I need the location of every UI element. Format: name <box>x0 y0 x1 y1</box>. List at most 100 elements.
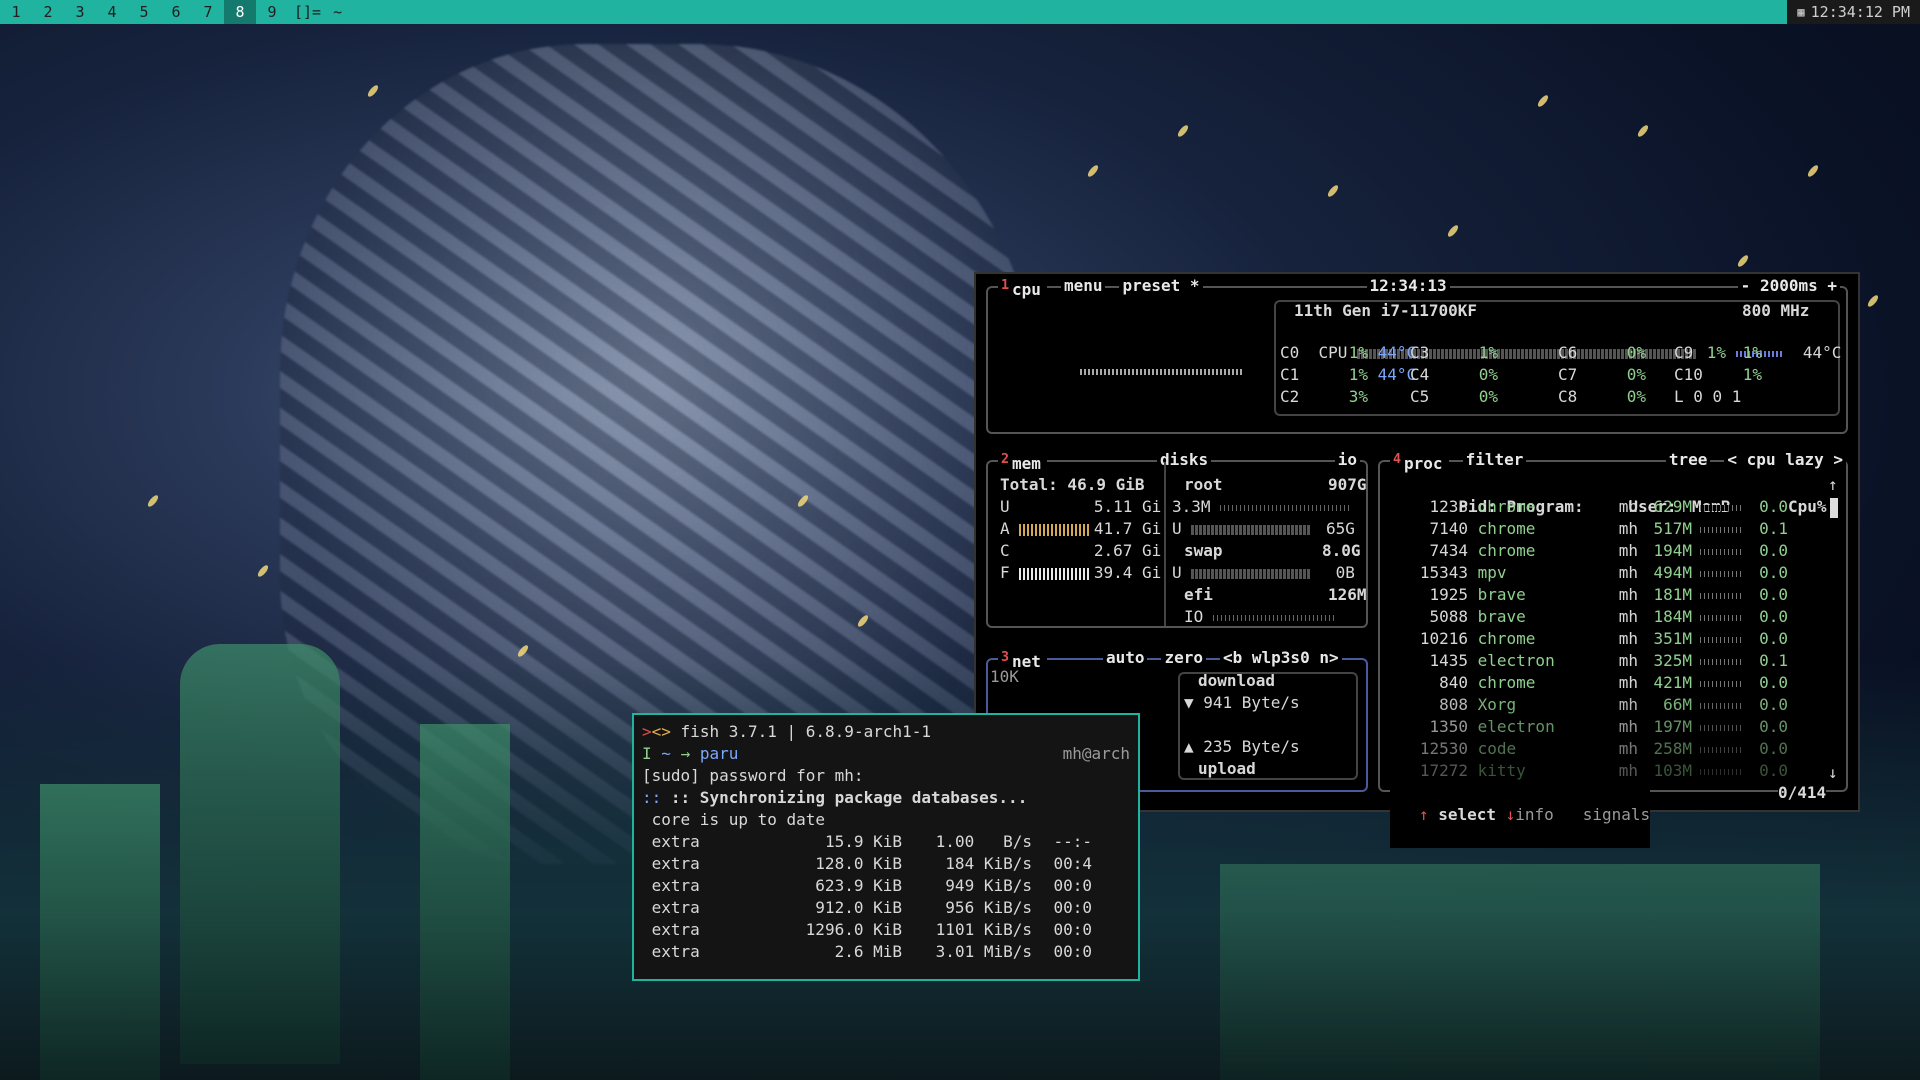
proc-row[interactable]: 1350 electron mh 197M 0.0 <box>1380 716 1788 738</box>
top-bar: 123456789 []= ~ ▦ 12:34:12 PM <box>0 0 1920 24</box>
cpu-info-box: 11th Gen i7-11700KF 800 MHz CPU 1% 44°C … <box>1274 300 1841 416</box>
mem-row-u: U 5.11 Gi <box>1000 497 1162 516</box>
download-list: extra 15.9 KiB 1.00 B/s --:- extra 128.0 KiB… <box>642 831 1130 963</box>
workspace-5[interactable]: 5 <box>128 0 160 24</box>
cpu-tab[interactable]: 1 cpu <box>998 275 1047 302</box>
proc-row[interactable]: 17272 kitty mh 103M 0.0 <box>1380 760 1788 782</box>
fish-prompt-icon: > <box>642 722 652 741</box>
disk-root-used: U 65G <box>1172 519 1355 538</box>
disk-root-size: 907G <box>1328 475 1367 494</box>
cpu-time: 12:34:13 <box>1366 275 1450 302</box>
proc-filter[interactable]: filter <box>1462 449 1527 476</box>
disk-swap-size: 8.0G <box>1322 541 1361 560</box>
terminal-host: mh@arch <box>1062 744 1130 763</box>
proc-footer: ↑ select ↓info signals <box>1390 782 1651 848</box>
proc-box: 4 proc filter tree < cpu lazy > Pid: Prog… <box>1378 449 1848 848</box>
menu-button[interactable]: menu <box>1060 275 1106 302</box>
download-row: extra 2.6 MiB 3.01 MiB/s 00:0 <box>642 942 1092 961</box>
wallpaper-tower <box>180 644 340 1064</box>
scroll-down-icon[interactable]: ↓ <box>1828 762 1838 784</box>
proc-row[interactable]: 5088 brave mh 184M 0.0 <box>1380 606 1788 628</box>
proc-tab[interactable]: 4 proc <box>1390 449 1449 476</box>
disk-efi-size: 126M <box>1328 585 1367 604</box>
terminal-window[interactable]: ><> fish 3.7.1 | 6.8.9-arch1-1 I ~ → par… <box>632 713 1140 981</box>
wallpaper-bridge <box>1220 864 1820 1080</box>
proc-row[interactable]: 1925 brave mh 181M 0.0 <box>1380 584 1788 606</box>
net-upload-rate: ▲ 235 Byte/s <box>1184 737 1300 756</box>
window-title: ~ <box>333 3 343 21</box>
terminal-line: core is up to date <box>651 810 826 829</box>
mem-row-c: C 2.67 Gi <box>1000 541 1162 560</box>
cpu-core-c9: C9 1% <box>1674 343 1762 362</box>
proc-row[interactable]: 1435 electron mh 325M 0.1 <box>1380 650 1788 672</box>
cpu-core-c0: C0 1% 44°C <box>1280 343 1417 362</box>
workspace-7[interactable]: 7 <box>192 0 224 24</box>
terminal-line: :: :: Synchronizing package databases... <box>642 788 1028 807</box>
workspace-list: 123456789 <box>0 0 288 24</box>
proc-row[interactable]: 7140 chrome mh 517M 0.1 <box>1380 518 1788 540</box>
workspace-8[interactable]: 8 <box>224 0 256 24</box>
workspace-4[interactable]: 4 <box>96 0 128 24</box>
workspace-9[interactable]: 9 <box>256 0 288 24</box>
net-download-label: download <box>1198 671 1276 690</box>
workspace-3[interactable]: 3 <box>64 0 96 24</box>
disk-swap-name: swap <box>1184 541 1223 560</box>
io-toggle[interactable]: io <box>1334 449 1360 476</box>
cpu-box: 1 cpu menu preset * 12:34:13 - 2000ms + 1… <box>986 275 1848 434</box>
preset-button[interactable]: preset * <box>1119 275 1203 302</box>
proc-row[interactable]: 7434 chrome mh 194M 0.0 <box>1380 540 1788 562</box>
disk-swap-used: U 0B <box>1172 563 1355 582</box>
download-row: extra 1296.0 KiB 1101 KiB/s 00:0 <box>642 920 1092 939</box>
mem-row-f: F 39.4 Gi <box>1000 563 1162 582</box>
down-arrow-icon: ↓ <box>1505 805 1516 824</box>
sort-arrow-icon: ↑ <box>1828 475 1838 494</box>
cpu-core-c5: C5 0% <box>1410 387 1498 406</box>
download-row: extra 128.0 KiB 184 KiB/s 00:4 <box>642 854 1092 873</box>
cpu-freq: 800 MHz <box>1742 301 1810 320</box>
proc-tree-toggle[interactable]: tree <box>1665 449 1711 476</box>
proc-count: 0/414 <box>1778 782 1827 804</box>
proc-row[interactable]: 12530 code mh 258M 0.0 <box>1380 738 1788 760</box>
proc-scrollbar[interactable] <box>1830 498 1838 518</box>
mem-total: Total: 46.9 GiB <box>1000 475 1145 494</box>
download-row: extra 15.9 KiB 1.00 B/s --:- <box>642 832 1092 851</box>
proc-select-button[interactable]: select <box>1438 805 1496 824</box>
cpu-core-c7: C7 0% <box>1558 365 1646 384</box>
workspace-6[interactable]: 6 <box>160 0 192 24</box>
net-auto-toggle[interactable]: auto <box>1102 647 1148 674</box>
up-arrow-icon: ↑ <box>1418 805 1429 824</box>
proc-row[interactable]: 15343 mpv mh 494M 0.0 <box>1380 562 1788 584</box>
proc-info-button[interactable]: info <box>1515 805 1554 824</box>
terminal-line: [sudo] password for mh: <box>642 766 864 785</box>
download-row: extra 623.9 KiB 949 KiB/s 00:0 <box>642 876 1092 895</box>
net-stats-box: download ▼ 941 Byte/s ▲ 235 Byte/s uploa… <box>1178 671 1358 780</box>
update-interval[interactable]: - 2000ms + <box>1737 275 1840 302</box>
calendar-icon: ▦ <box>1797 5 1805 19</box>
proc-signals-button[interactable]: signals <box>1583 805 1650 824</box>
cpu-core-c2: C2 3% <box>1280 387 1368 406</box>
cpu-graph <box>1080 368 1244 375</box>
proc-row[interactable]: 1238 chrome mh 629M 0.0 <box>1380 496 1788 518</box>
proc-sort-selector[interactable]: < cpu lazy > <box>1724 449 1846 476</box>
wallpaper-tower <box>40 784 160 1080</box>
cpu-core-c6: C6 0% <box>1558 343 1646 362</box>
workspace-2[interactable]: 2 <box>32 0 64 24</box>
cpu-load-average: L 0 0 1 <box>1674 387 1742 406</box>
layout-indicator[interactable]: []= <box>288 3 327 21</box>
clock: ▦ 12:34:12 PM <box>1787 0 1920 24</box>
proc-row[interactable]: 808 Xorg mh 66M 0.0 <box>1380 694 1788 716</box>
workspace-1[interactable]: 1 <box>0 0 32 24</box>
cpu-core-c10: C10 1% <box>1674 365 1762 384</box>
cpu-core-c3: C3 1% <box>1410 343 1498 362</box>
terminal-prompt: I ~ → paru mh@arch <box>642 744 1130 763</box>
proc-row[interactable]: 840 chrome mh 421M 0.0 <box>1380 672 1788 694</box>
disk-efi-io: IO <box>1184 606 1337 628</box>
clock-time: 12:34:12 PM <box>1810 3 1910 21</box>
net-download-rate: ▼ 941 Byte/s <box>1184 693 1300 712</box>
mem-row-a: A 41.7 Gi <box>1000 519 1162 538</box>
mem-box: 2 mem disks io Total: 46.9 GiB U 5.11 Gi A… <box>986 449 1368 628</box>
cpu-core-c4: C4 0% <box>1410 365 1498 384</box>
download-row: extra 912.0 KiB 956 KiB/s 00:0 <box>642 898 1092 917</box>
proc-row[interactable]: 10216 chrome mh 351M 0.0 <box>1380 628 1788 650</box>
mem-tab[interactable]: 2 mem <box>998 449 1047 476</box>
